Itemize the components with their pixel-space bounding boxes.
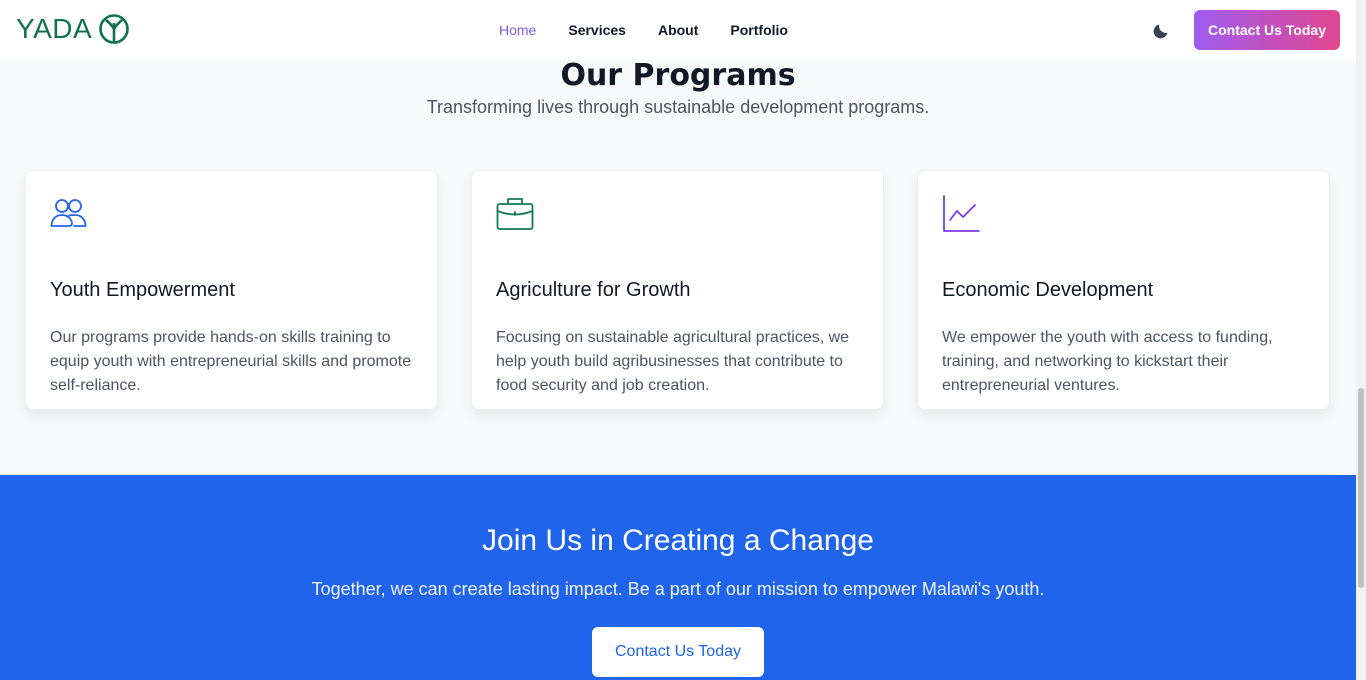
nav-about[interactable]: About (658, 22, 698, 38)
logo-link[interactable]: YADA (16, 13, 130, 45)
nav-portfolio[interactable]: Portfolio (730, 22, 788, 38)
program-description: Focusing on sustainable agricultural pra… (496, 329, 850, 394)
program-title: Youth Empowerment (50, 279, 235, 301)
moon-icon[interactable] (1152, 20, 1172, 40)
programs-subtitle: Transforming lives through sustainable d… (426, 97, 930, 117)
briefcase-icon (496, 198, 534, 230)
program-description: Our programs provide hands-on skills tra… (50, 329, 412, 394)
join-section: Join Us in Creating a Change Together, w… (0, 475, 1356, 680)
program-card-agriculture: Agriculture for Growth Focusing on susta… (471, 170, 884, 410)
nav-services[interactable]: Services (568, 22, 626, 38)
programs-title: Our Programs (560, 58, 796, 93)
program-title: Agriculture for Growth (496, 279, 691, 301)
join-contact-button[interactable]: Contact Us Today (592, 627, 764, 677)
logo-text: YADA (16, 13, 93, 44)
join-title: Join Us in Creating a Change (482, 524, 874, 557)
peace-logo-icon (99, 14, 129, 44)
join-text: Together, we can create lasting impact. … (311, 579, 1045, 599)
nav-home[interactable]: Home (499, 22, 536, 38)
page-scrollbar[interactable] (1356, 0, 1366, 680)
program-card-economic: Economic Development We empower the yout… (917, 170, 1330, 410)
main-nav: Home Services About Portfolio (499, 0, 820, 60)
program-card-youth: Youth Empowerment Our programs provide h… (25, 170, 438, 410)
scrollbar-thumb[interactable] (1358, 388, 1364, 588)
program-description: We empower the youth with access to fund… (942, 329, 1273, 394)
program-title: Economic Development (942, 279, 1154, 301)
site-header: YADA Home Services About Portfolio Conta… (0, 0, 1356, 60)
chart-line-icon (943, 195, 980, 232)
contact-us-button[interactable]: Contact Us Today (1194, 10, 1340, 50)
users-icon (50, 199, 87, 227)
